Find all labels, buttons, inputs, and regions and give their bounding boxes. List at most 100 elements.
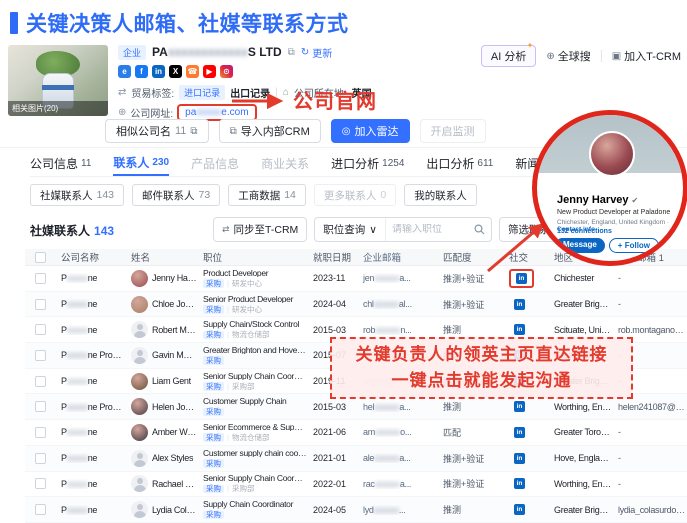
table-row[interactable]: PxxxxxneAmber WhittySenior Ecommerce & S… bbox=[25, 420, 687, 446]
linkedin-icon[interactable]: in bbox=[514, 453, 525, 464]
social-youtube-icon[interactable]: ▶ bbox=[203, 65, 216, 78]
tab-export-analysis[interactable]: 出口分析611 bbox=[426, 150, 493, 176]
email-redacted: xxxxxx bbox=[375, 427, 400, 437]
linkedin-wrap: in bbox=[509, 502, 530, 517]
row-select-cell bbox=[25, 273, 55, 284]
chip-social-contacts[interactable]: 社媒联系人143 bbox=[30, 184, 124, 206]
row-select-cell bbox=[25, 427, 55, 438]
similar-companies-button[interactable]: 相似公司名11⧉ bbox=[105, 119, 209, 143]
contact-avatar-placeholder-icon bbox=[131, 475, 148, 492]
social-instagram-icon[interactable]: ⊙ bbox=[220, 65, 233, 78]
social-linkedin-icon[interactable]: in bbox=[152, 65, 165, 78]
company-cell: Pxxxxxne bbox=[55, 479, 125, 489]
global-search-button[interactable]: ⊕全球搜 bbox=[546, 48, 590, 64]
table-row[interactable]: PxxxxxneRachael KellySenior Supply Chain… bbox=[25, 472, 687, 498]
add-to-radar-button[interactable]: ◎加入雷达 bbox=[331, 119, 410, 143]
row-checkbox[interactable] bbox=[35, 376, 46, 387]
related-images-caption[interactable]: 相关图片(20) bbox=[8, 101, 108, 116]
row-checkbox[interactable] bbox=[35, 453, 46, 464]
company-suffix: ne bbox=[88, 453, 97, 463]
refresh-button[interactable]: ↻更新 bbox=[301, 45, 332, 60]
tab-label: 商业关系 bbox=[261, 155, 309, 172]
row-checkbox[interactable] bbox=[35, 427, 46, 438]
row-checkbox[interactable] bbox=[35, 478, 46, 489]
job-search-input[interactable] bbox=[386, 224, 474, 235]
linkedin-icon[interactable]: in bbox=[514, 401, 525, 412]
import-internal-crm-button[interactable]: ⧉导入内部CRM bbox=[219, 119, 321, 143]
tab-company-info[interactable]: 公司信息11 bbox=[30, 150, 91, 176]
linkedin-icon[interactable]: in bbox=[516, 273, 527, 284]
social-cell: in bbox=[495, 425, 548, 440]
chip-count: 73 bbox=[199, 189, 211, 201]
company-website-link[interactable]: paxxxxxe.com bbox=[185, 107, 248, 118]
tag-divider: | bbox=[227, 434, 229, 442]
start-date-cell: 2015-03 bbox=[307, 402, 357, 412]
social-blog-icon[interactable]: e bbox=[118, 65, 131, 78]
linkedin-annotation-box: 关键负责人的领英主页直达链接 一键点击就能发起沟通 bbox=[330, 337, 633, 399]
row-checkbox[interactable] bbox=[35, 273, 46, 284]
region-cell: Scituate, United St... bbox=[548, 325, 612, 335]
position-tags: 采购|研发中心 bbox=[203, 305, 307, 314]
row-checkbox[interactable] bbox=[35, 299, 46, 310]
row-checkbox[interactable] bbox=[35, 401, 46, 412]
contact-name: Robert Monta... bbox=[152, 325, 197, 335]
table-row[interactable]: PxxxxxneChloe JonesSenior Product Develo… bbox=[25, 292, 687, 318]
tab-label: 进口分析 bbox=[331, 155, 379, 172]
import-icon: ⧉ bbox=[230, 126, 237, 137]
tab-label: 联系人 bbox=[113, 154, 149, 171]
contact-name: Chloe Jones bbox=[152, 299, 197, 309]
social-phone-icon[interactable]: ☎ bbox=[186, 65, 199, 78]
linkedin-icon[interactable]: in bbox=[514, 427, 525, 438]
table-row[interactable]: PxxxxxneAlex StylesCustomer supply chain… bbox=[25, 446, 687, 472]
search-icon[interactable] bbox=[474, 224, 485, 235]
linkedin-icon[interactable]: in bbox=[514, 478, 525, 489]
follow-button[interactable]: + Follow bbox=[609, 238, 659, 253]
message-button[interactable]: Message bbox=[555, 238, 605, 253]
email-redacted: xxxxxx bbox=[375, 479, 400, 489]
profile-name: Jenny Harvey✔ bbox=[557, 194, 638, 206]
export-records-tag[interactable]: 出口记录 bbox=[230, 85, 270, 100]
chip-email-contacts[interactable]: 邮件联系人73 bbox=[132, 184, 220, 206]
chip-label: 工商数据 bbox=[238, 188, 280, 203]
page-title: 关键决策人邮箱、社媒等联系方式 bbox=[10, 8, 349, 38]
job-query-dropdown[interactable]: 职位查询∨ bbox=[315, 218, 386, 241]
refresh-icon: ↻ bbox=[301, 47, 309, 58]
linkedin-icon[interactable]: in bbox=[514, 299, 525, 310]
chip-my-contacts[interactable]: 我的联系人 bbox=[404, 184, 477, 206]
social-facebook-icon[interactable]: f bbox=[135, 65, 148, 78]
tab-contacts[interactable]: 联系人230 bbox=[113, 150, 169, 176]
row-checkbox[interactable] bbox=[35, 324, 46, 335]
tab-import-analysis[interactable]: 进口分析1254 bbox=[331, 150, 404, 176]
linkedin-icon[interactable]: in bbox=[514, 504, 525, 515]
position-tags: 采购 bbox=[203, 459, 307, 468]
join-tcrm-button[interactable]: ▣加入T-CRM bbox=[612, 48, 681, 64]
select-all-checkbox[interactable] bbox=[35, 252, 46, 263]
company-photo[interactable]: 相关图片(20) bbox=[8, 45, 108, 116]
row-checkbox[interactable] bbox=[35, 350, 46, 361]
position-title: Supply Chain/Stock Control bbox=[203, 320, 307, 329]
company-suffix: ne bbox=[88, 325, 97, 335]
start-monitoring-button[interactable]: 开启监测 bbox=[420, 119, 486, 143]
row-select-cell bbox=[25, 478, 55, 489]
social-x-icon[interactable]: X bbox=[169, 65, 182, 78]
row-checkbox[interactable] bbox=[35, 504, 46, 515]
company-email-cell: lydxxxxxx... bbox=[357, 505, 437, 515]
row-select-cell bbox=[25, 453, 55, 464]
company-suffix: ne Produc... bbox=[88, 402, 125, 412]
tab-business-relations[interactable]: 商业关系 bbox=[261, 150, 309, 176]
position-tags: 采购|采购部 bbox=[203, 485, 307, 494]
chip-count: 14 bbox=[284, 189, 296, 201]
chip-registry-data[interactable]: 工商数据 14 bbox=[228, 184, 306, 206]
import-records-tag[interactable]: 进口记录 bbox=[179, 85, 225, 100]
row-select-cell bbox=[25, 299, 55, 310]
sync-to-tcrm-button[interactable]: ⇄同步至T-CRM bbox=[213, 217, 307, 242]
table-row[interactable]: PxxxxxneLydia ColasurdoSupply Chain Coor… bbox=[25, 497, 687, 523]
chip-more-contacts[interactable]: 更多联系人0 bbox=[314, 184, 396, 206]
ai-analysis-button[interactable]: AI 分析✦ bbox=[481, 45, 536, 67]
email-prefix: jen bbox=[363, 273, 374, 283]
tab-products[interactable]: 产品信息 bbox=[191, 150, 239, 176]
copy-icon[interactable]: ⧉ bbox=[288, 47, 295, 58]
table-row[interactable]: PxxxxxneJenny HarveyProduct Developer采购|… bbox=[25, 266, 687, 292]
linkedin-icon[interactable]: in bbox=[514, 324, 525, 335]
profile-connections[interactable]: 132 connections bbox=[557, 228, 612, 235]
